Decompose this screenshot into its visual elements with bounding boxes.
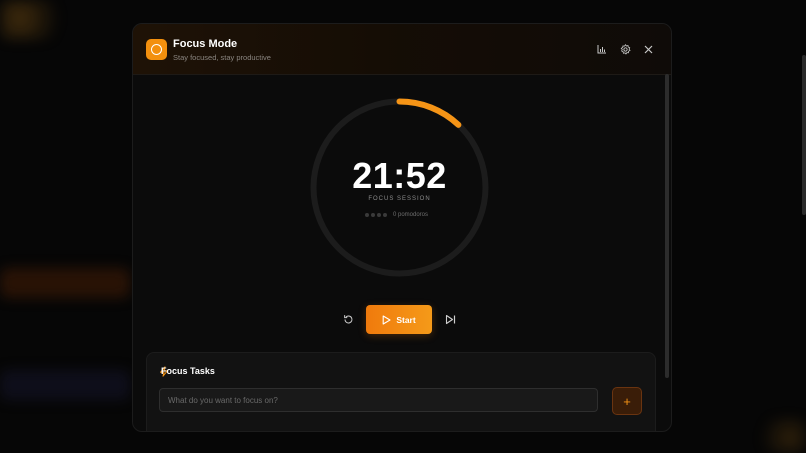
skip-icon[interactable] bbox=[445, 314, 456, 325]
play-icon bbox=[382, 314, 391, 325]
start-label: Start bbox=[396, 314, 416, 325]
pomodoro-dot bbox=[377, 213, 381, 217]
dialog-header: Focus Mode Stay focused, stay productive bbox=[133, 24, 671, 75]
pomodoro-dot bbox=[371, 213, 375, 217]
plus-icon: + bbox=[623, 393, 631, 409]
session-type-label: FOCUS SESSION bbox=[368, 196, 431, 202]
focus-logo-icon bbox=[146, 39, 167, 60]
pomodoro-dot bbox=[383, 213, 387, 217]
reset-icon[interactable] bbox=[343, 314, 354, 325]
settings-icon[interactable] bbox=[619, 43, 631, 55]
pomodoro-count-text: 0 pomodoros bbox=[393, 212, 429, 218]
add-task-button[interactable]: + bbox=[612, 387, 642, 415]
focus-mode-dialog: Focus Mode Stay focused, stay productive… bbox=[132, 23, 672, 432]
timer-display: 21:52 bbox=[352, 155, 447, 196]
pomodoro-counter: 0 pomodoros bbox=[365, 212, 428, 218]
close-icon[interactable] bbox=[642, 43, 654, 55]
dialog-title: Focus Mode bbox=[173, 38, 238, 50]
pomodoro-dot bbox=[365, 213, 369, 217]
task-input[interactable] bbox=[159, 388, 598, 412]
start-button[interactable]: Start bbox=[366, 305, 432, 334]
dialog-scrollbar[interactable] bbox=[665, 74, 669, 378]
stats-icon[interactable] bbox=[596, 43, 608, 55]
focus-tasks-title: Focus Tasks bbox=[161, 366, 215, 376]
dialog-subtitle: Stay focused, stay productive bbox=[173, 53, 271, 62]
background-scrollbar bbox=[802, 55, 806, 215]
